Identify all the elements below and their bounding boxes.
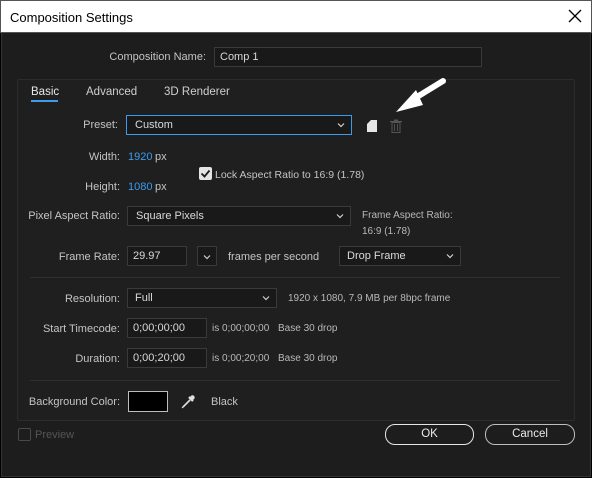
tab-active-indicator [31, 100, 58, 102]
width-value[interactable]: 1920 [128, 151, 152, 163]
close-icon[interactable] [565, 6, 585, 26]
frame-aspect-value: 16:9 (1.78) [362, 226, 411, 237]
duration-label: Duration: [75, 353, 120, 365]
background-color-label: Background Color: [28, 396, 120, 408]
pixel-aspect-label: Pixel Aspect Ratio: [28, 210, 120, 222]
lock-aspect-label: Lock Aspect Ratio to 16:9 (1.78) [215, 169, 365, 181]
comp-name-label: Composition Name: [109, 51, 206, 63]
preview-label: Preview [35, 429, 75, 441]
pixel-aspect-dropdown[interactable]: Square Pixels [127, 206, 351, 226]
resolution-info: 1920 x 1080, 7.9 MB per 8bpc frame [288, 293, 451, 304]
height-label: Height: [85, 181, 120, 193]
eyedropper-icon[interactable] [179, 393, 197, 411]
cancel-button[interactable]: Cancel [485, 424, 575, 445]
preset-dropdown[interactable]: Custom [126, 115, 352, 135]
lock-aspect-checkbox[interactable] [199, 167, 212, 180]
pixel-aspect-value: Square Pixels [136, 210, 204, 222]
comp-name-input[interactable]: Comp 1 [214, 47, 482, 67]
chevron-down-icon [337, 123, 345, 128]
frame-aspect-title: Frame Aspect Ratio: [362, 210, 453, 221]
width-unit: px [155, 151, 167, 163]
preview-checkbox[interactable] [18, 428, 31, 441]
background-color-swatch[interactable] [128, 391, 168, 412]
tab-basic[interactable]: Basic [31, 86, 59, 98]
divider [30, 380, 560, 381]
preset-value: Custom [135, 119, 173, 131]
divider [30, 277, 560, 278]
duration-base: Base 30 drop [278, 353, 338, 364]
ok-button[interactable]: OK [385, 424, 474, 445]
frame-rate-dropdown[interactable] [197, 246, 217, 266]
preset-label: Preset: [83, 119, 118, 131]
start-timecode-base: Base 30 drop [278, 323, 338, 334]
height-value[interactable]: 1080 [128, 181, 152, 193]
width-label: Width: [88, 151, 120, 163]
duration-is: is 0;00;20;00 [212, 353, 270, 364]
save-preset-icon[interactable] [364, 118, 380, 134]
resolution-label: Resolution: [64, 293, 120, 305]
title-bar: Composition Settings [0, 0, 592, 33]
height-unit: px [155, 181, 167, 193]
start-timecode-input[interactable]: 0;00;00;00 [127, 318, 207, 338]
start-timecode-label: Start Timecode: [42, 323, 120, 335]
tab-advanced[interactable]: Advanced [86, 86, 137, 98]
frame-rate-input[interactable]: 29.97 [127, 246, 187, 266]
background-color-name: Black [211, 396, 238, 408]
drop-frame-value: Drop Frame [347, 250, 406, 262]
resolution-value: Full [135, 292, 153, 304]
chevron-down-icon [336, 214, 344, 219]
drop-frame-dropdown[interactable]: Drop Frame [339, 246, 461, 266]
pointer-arrow-icon [392, 76, 448, 118]
duration-input[interactable]: 0;00;20;00 [127, 348, 207, 368]
tab-3d-renderer[interactable]: 3D Renderer [164, 86, 230, 98]
frame-rate-units: frames per second [228, 251, 320, 263]
resolution-dropdown[interactable]: Full [127, 288, 277, 308]
chevron-down-icon [446, 254, 454, 259]
chevron-down-icon [203, 255, 211, 260]
frame-rate-label: Frame Rate: [58, 251, 120, 263]
delete-preset-icon[interactable] [388, 118, 404, 134]
chevron-down-icon [262, 296, 270, 301]
window-title: Composition Settings [10, 10, 133, 25]
start-timecode-is: is 0;00;00;00 [212, 323, 270, 334]
